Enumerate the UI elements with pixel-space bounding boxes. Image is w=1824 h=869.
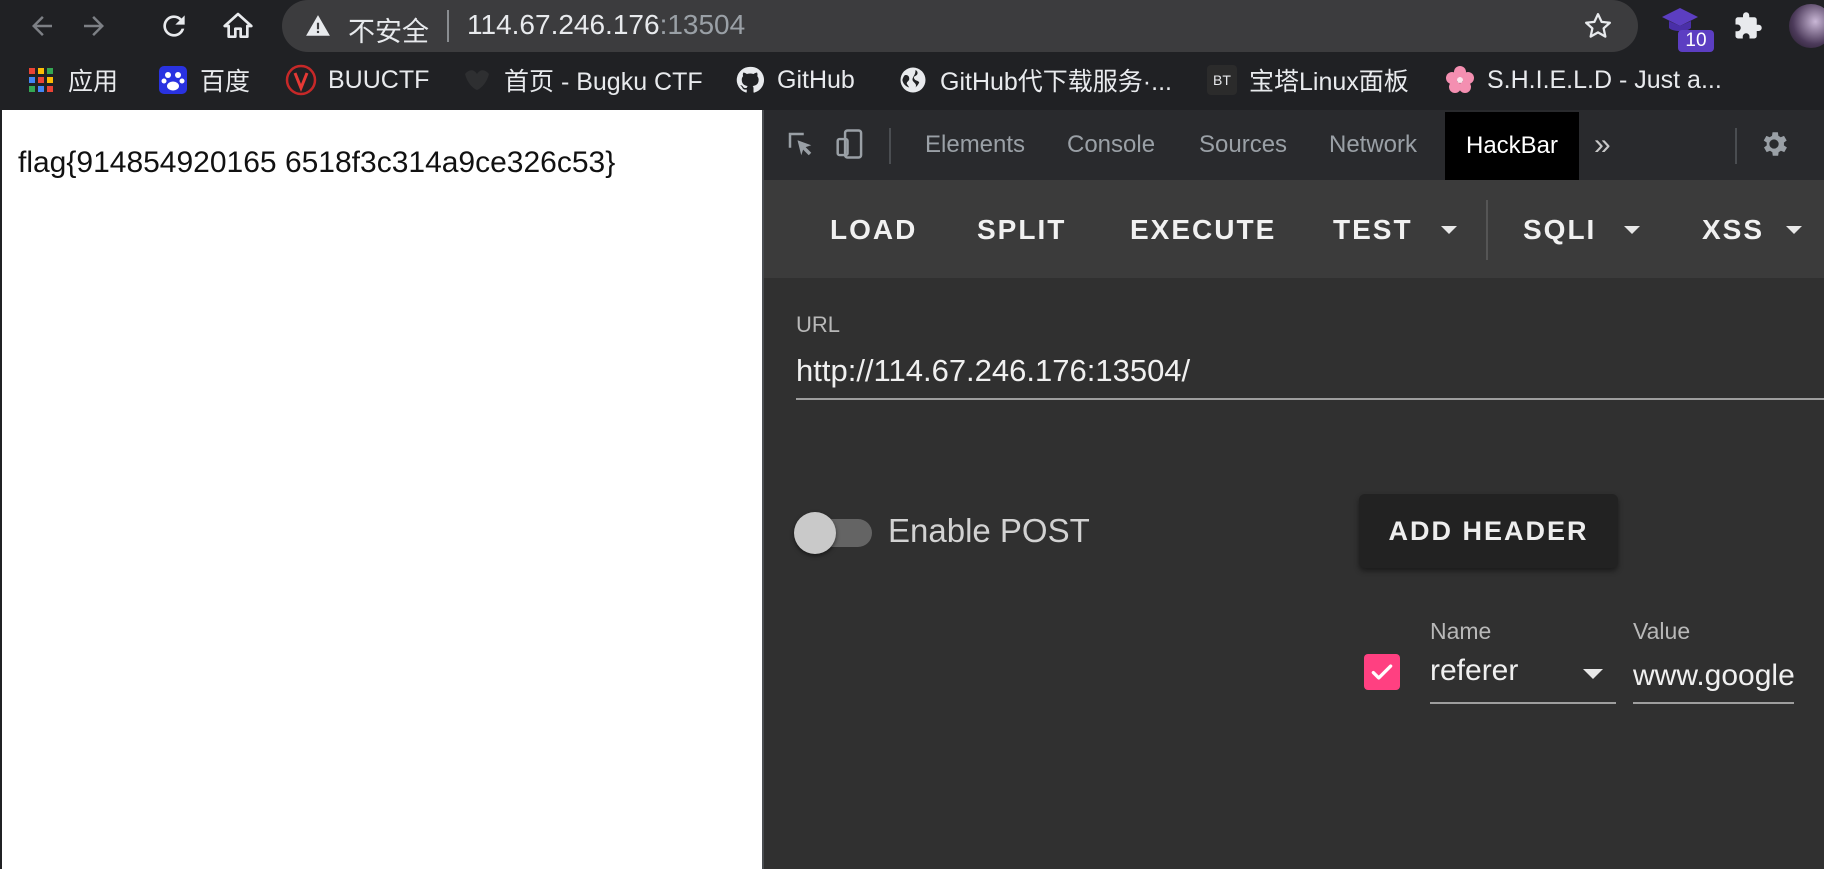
sqli-menu-button[interactable]: SQLI — [1523, 210, 1641, 250]
header-name-value: referer — [1430, 654, 1519, 687]
globe-icon — [896, 63, 930, 97]
puzzle-icon — [1735, 12, 1762, 39]
xss-label: XSS — [1702, 214, 1765, 245]
forward-arrow-icon — [84, 16, 104, 36]
chevron-down-icon[interactable] — [1583, 669, 1603, 679]
bookmark-label: 宝塔Linux面板 — [1249, 68, 1409, 96]
bookmark-star-button[interactable] — [1580, 8, 1616, 44]
bookmark-label: 应用 — [68, 68, 119, 96]
extensions-menu-button[interactable] — [1728, 6, 1768, 46]
bt-icon: BT — [1205, 63, 1239, 97]
chevron-down-icon — [1786, 226, 1803, 234]
inspect-element-button[interactable] — [782, 124, 818, 164]
gear-icon — [1763, 132, 1787, 156]
star-icon — [1585, 13, 1611, 38]
forward-button[interactable] — [74, 6, 114, 46]
sqli-label: SQLI — [1523, 214, 1597, 245]
extension-badge: 10 — [1678, 30, 1714, 52]
page-viewport — [0, 110, 762, 869]
bookmark-bugku[interactable]: 首页 - Bugku CTF — [460, 60, 703, 100]
security-warning-icon[interactable] — [300, 8, 336, 44]
address-divider — [447, 10, 449, 42]
inspect-cursor-icon — [788, 132, 812, 156]
reload-button[interactable] — [154, 6, 194, 46]
reload-icon — [163, 15, 185, 37]
header-enabled-checkbox[interactable] — [1364, 654, 1400, 690]
checkmark-icon — [1371, 664, 1393, 680]
load-label: LOAD — [830, 214, 918, 245]
chevron-down-icon — [1624, 226, 1641, 234]
url-port: :13504 — [659, 9, 746, 40]
svg-text:BT: BT — [1213, 72, 1231, 88]
bookmark-buuctf[interactable]: BUUCTF — [284, 60, 429, 100]
bookmark-label: BUUCTF — [328, 65, 430, 94]
bookmark-label: S.H.I.E.L.D - Just a... — [1487, 65, 1722, 94]
devtools-tabbar — [764, 110, 1824, 181]
bookmark-label: 百度 — [200, 68, 251, 96]
url-field-label: URL — [796, 312, 841, 337]
tab-hackbar[interactable]: HackBar — [1445, 112, 1579, 180]
home-button[interactable] — [218, 6, 258, 46]
chevron-down-icon — [1440, 226, 1457, 234]
devtools-divider — [889, 128, 891, 164]
flag-text: flag{914854920165 6518f3c314a9ce326c53} — [18, 146, 616, 179]
devtools-settings-button[interactable] — [1756, 126, 1792, 162]
bookmark-github-download[interactable]: GitHub代下载服务·... — [896, 60, 1172, 100]
back-arrow-icon — [32, 16, 52, 36]
address-url[interactable]: 114.67.246.176:13504 — [467, 9, 745, 41]
bookmark-shield[interactable]: S.H.I.E.L.D - Just a... — [1443, 60, 1722, 100]
flower-icon — [1443, 63, 1477, 97]
tab-elements[interactable]: Elements — [925, 122, 1025, 168]
split-label: SPLIT — [977, 214, 1067, 245]
split-button[interactable]: SPLIT — [977, 210, 1066, 250]
add-header-button[interactable]: ADD HEADER — [1359, 494, 1618, 568]
security-label[interactable]: 不安全 — [348, 10, 429, 49]
baidu-paw-icon — [156, 63, 190, 97]
bookmark-github[interactable]: GitHub — [733, 60, 855, 100]
hackbar-toolbar — [764, 180, 1824, 278]
bookmark-label: GitHub — [777, 65, 855, 94]
add-header-label: ADD HEADER — [1388, 515, 1589, 546]
tab-console[interactable]: Console — [1067, 122, 1155, 168]
bookmark-label: GitHub代下载服务·... — [940, 68, 1172, 96]
device-toolbar-button[interactable] — [832, 124, 868, 164]
test-label: TEST — [1333, 214, 1413, 245]
tab-network[interactable]: Network — [1329, 122, 1417, 168]
back-button[interactable] — [22, 6, 62, 46]
header-name-label: Name — [1430, 618, 1492, 644]
device-mode-icon — [836, 129, 863, 159]
execute-label: EXECUTE — [1130, 214, 1277, 245]
more-tabs-button[interactable]: » — [1594, 122, 1611, 168]
github-icon — [733, 63, 767, 97]
bugku-icon — [460, 63, 494, 97]
bookmark-label: 首页 - Bugku CTF — [504, 68, 703, 96]
bookmark-bt-panel[interactable]: BT 宝塔Linux面板 — [1205, 60, 1409, 100]
url-host: 114.67.246.176 — [467, 9, 660, 40]
execute-button[interactable]: EXECUTE — [1130, 210, 1276, 250]
xss-menu-button[interactable]: XSS — [1702, 210, 1803, 250]
test-menu-button[interactable]: TEST — [1333, 210, 1457, 250]
tab-sources[interactable]: Sources — [1199, 122, 1287, 168]
apps-grid-icon — [24, 63, 58, 97]
buuctf-icon — [284, 63, 318, 97]
load-button[interactable]: LOAD — [830, 210, 917, 250]
header-value-input[interactable] — [1633, 650, 1794, 704]
header-value-label: Value — [1633, 618, 1691, 644]
url-input[interactable] — [796, 344, 1824, 400]
toolbar-divider — [1486, 200, 1488, 260]
devtools-divider — [1735, 128, 1737, 164]
bookmark-apps[interactable]: 应用 — [24, 60, 118, 100]
enable-post-label[interactable]: Enable POST — [888, 512, 1090, 550]
home-icon — [223, 12, 253, 38]
enable-post-toggle-knob[interactable] — [794, 512, 836, 554]
bookmark-baidu[interactable]: 百度 — [156, 60, 250, 100]
